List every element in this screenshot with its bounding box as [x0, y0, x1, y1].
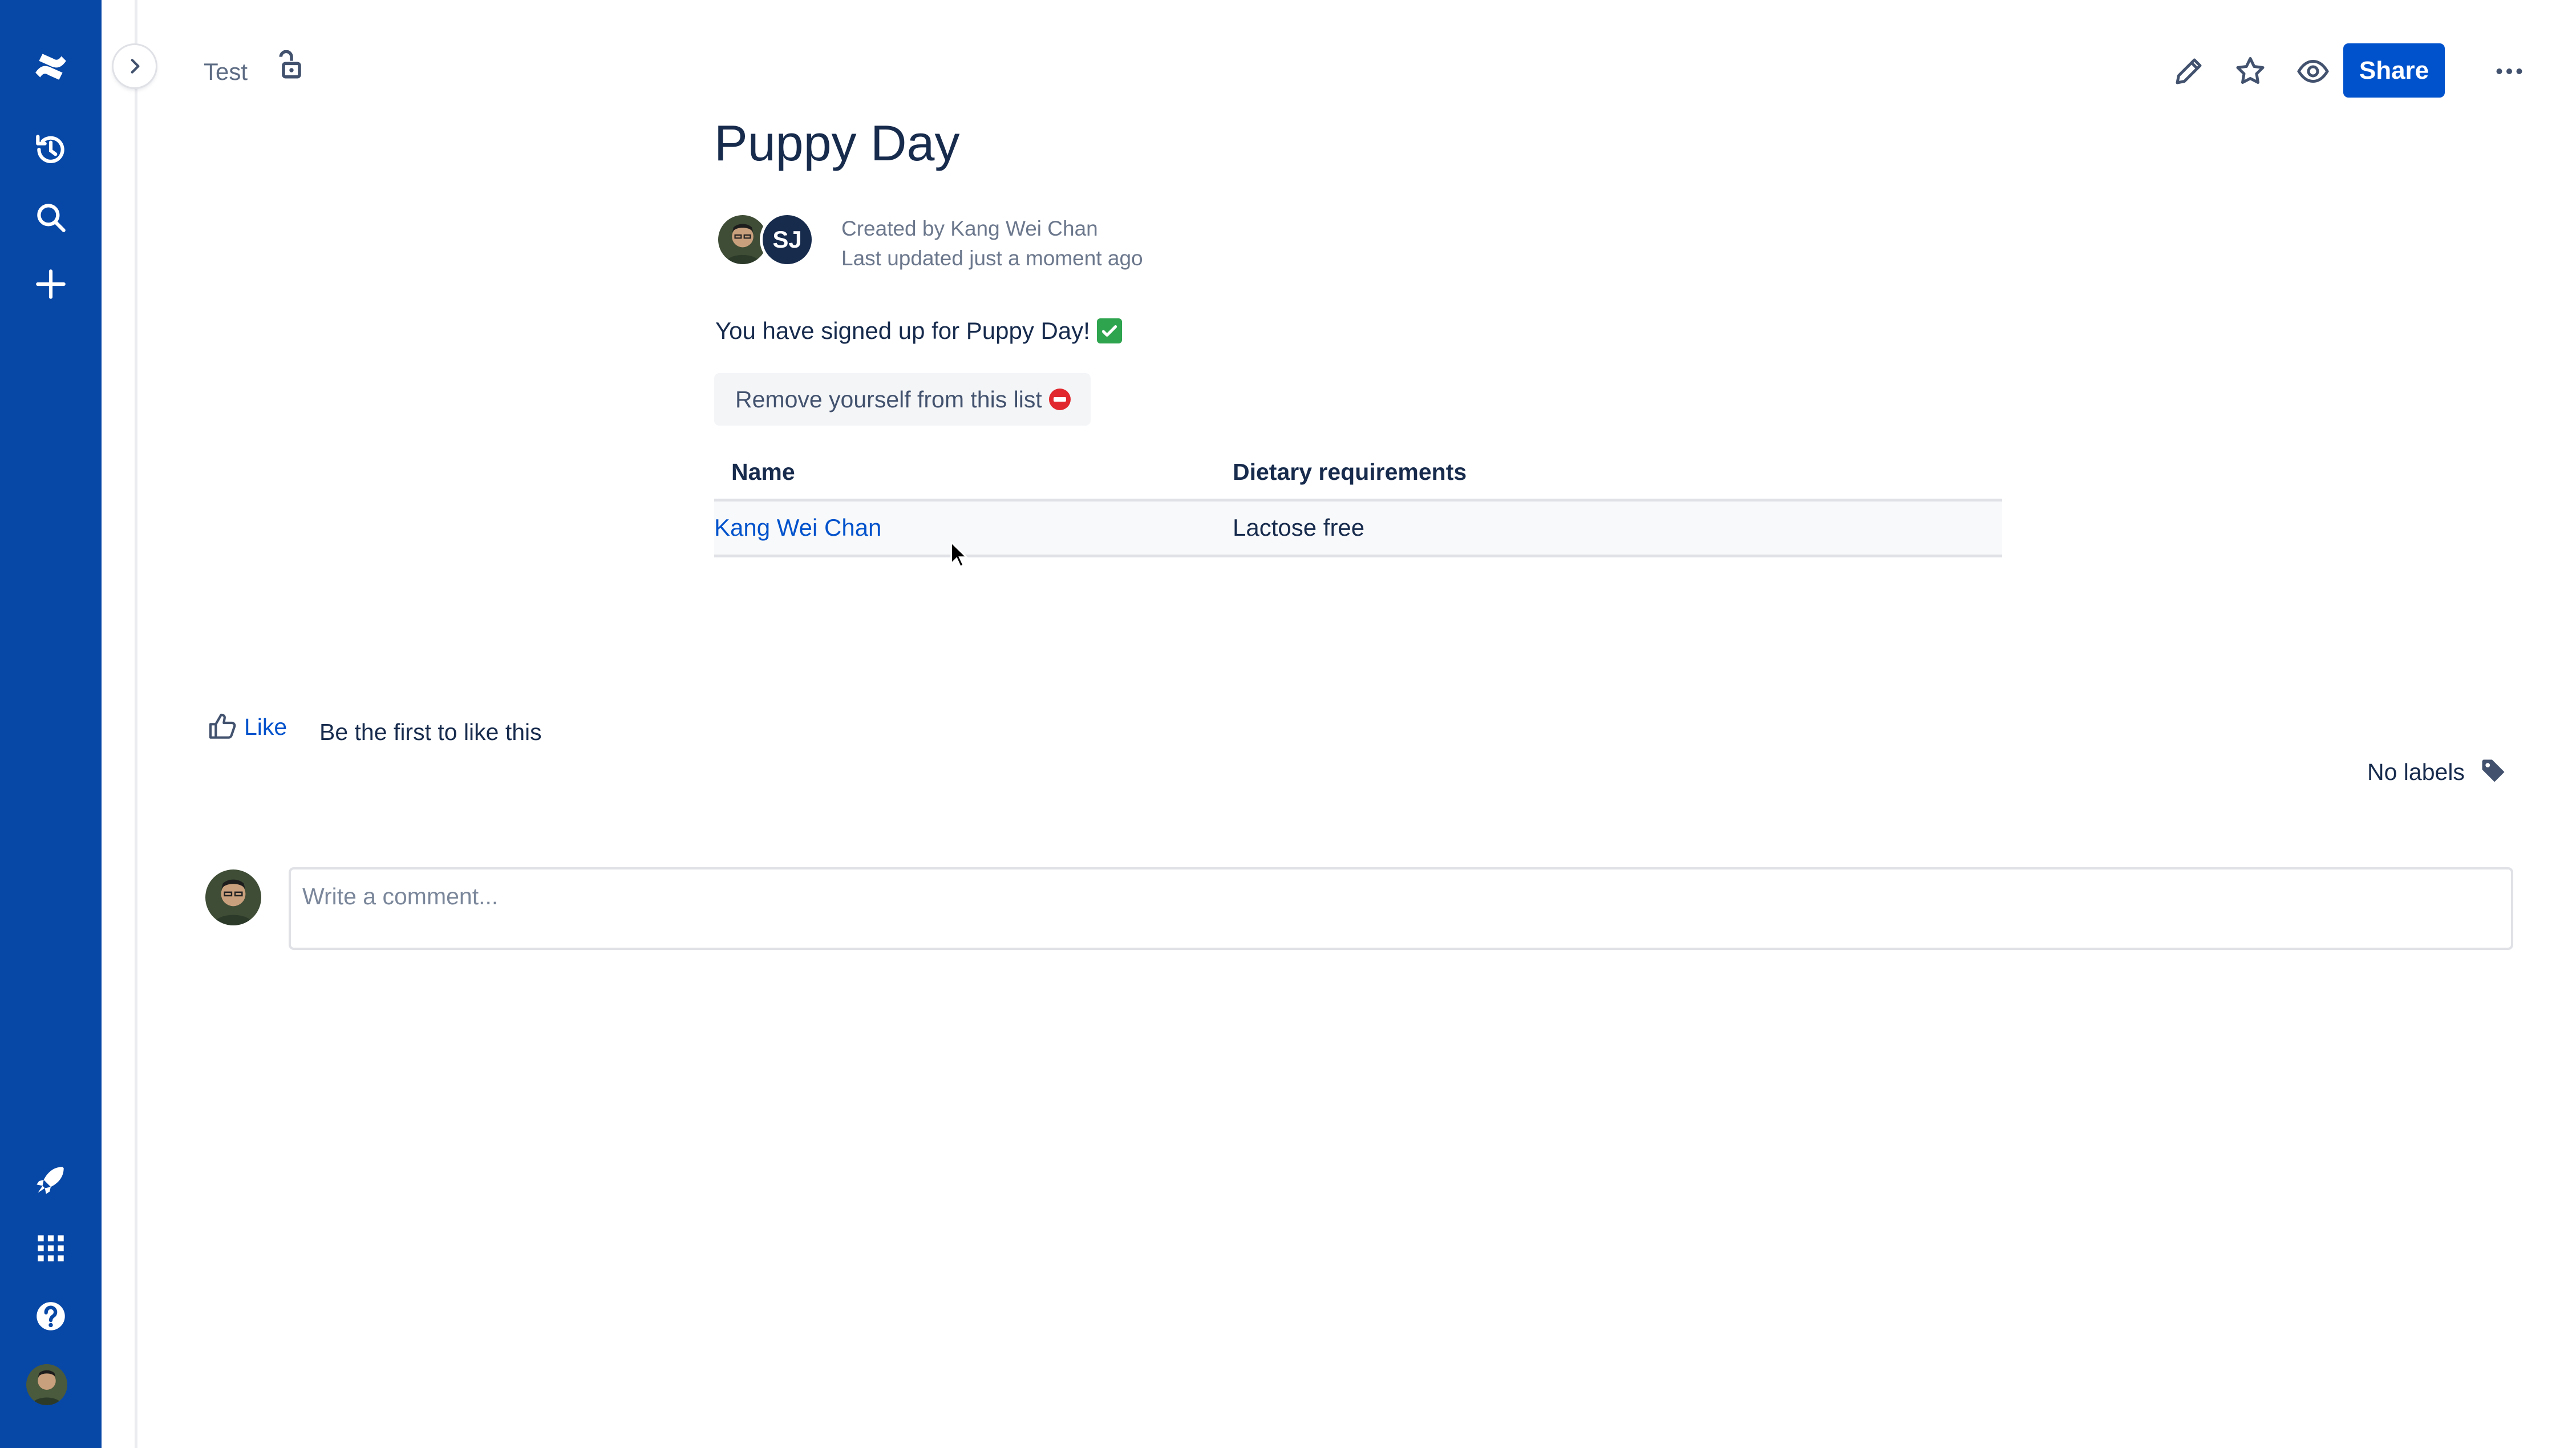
byline: Created by Kang Wei Chan Last updated ju…	[841, 214, 1143, 273]
mouse-cursor-icon	[950, 541, 969, 568]
unlock-icon[interactable]	[272, 50, 303, 82]
thumbs-up-icon	[209, 713, 236, 739]
table-row: Kang Wei Chan Lactose free	[714, 501, 2002, 557]
like-button[interactable]: Like	[206, 711, 287, 743]
remove-from-list-button[interactable]: Remove yourself from this list	[714, 373, 1091, 426]
dietary-cell: Lactose free	[1233, 514, 1365, 541]
user-link[interactable]: Kang Wei Chan	[714, 514, 881, 541]
pencil-svg	[2176, 58, 2202, 84]
last-updated-text[interactable]: Last updated just a moment ago	[841, 244, 1143, 273]
signup-table: Name Dietary requirements Kang Wei Chan …	[714, 452, 2002, 557]
profile-avatar[interactable]	[26, 1364, 67, 1405]
confluence-logo-icon[interactable]	[25, 41, 76, 92]
more-actions-icon[interactable]	[2489, 51, 2529, 91]
plus-svg	[36, 269, 66, 299]
watch-icon[interactable]	[2293, 51, 2333, 91]
star-icon[interactable]	[2230, 51, 2270, 91]
expand-sidebar-button[interactable]	[114, 45, 156, 87]
like-label[interactable]: Like	[244, 714, 287, 741]
created-by-text[interactable]: Created by Kang Wei Chan	[841, 214, 1143, 244]
rocket-svg	[37, 1167, 64, 1194]
recent-icon[interactable]	[25, 124, 76, 175]
avatar-photo-svg	[26, 1364, 67, 1405]
breadcrumb-space[interactable]: Test	[204, 58, 248, 86]
signed-up-message: You have signed up for Puppy Day!	[715, 317, 1122, 345]
remove-label: Remove yourself from this list	[735, 386, 1042, 412]
comment-avatar-photo-svg	[205, 869, 261, 925]
unlock-svg	[279, 50, 301, 79]
edit-icon[interactable]	[2169, 51, 2209, 91]
page-title: Puppy Day	[714, 115, 960, 171]
chevron-right-icon	[131, 59, 140, 74]
app-switcher-icon[interactable]	[25, 1223, 76, 1274]
no-entry-icon	[1048, 389, 1071, 410]
eye-svg	[2297, 59, 2329, 83]
create-icon[interactable]	[25, 258, 76, 310]
comment-input[interactable]: Write a comment...	[289, 867, 2513, 950]
column-header-name: Name	[731, 459, 795, 485]
contributor-initials-avatar[interactable]: SJ	[760, 212, 815, 267]
label-icon[interactable]	[2478, 756, 2508, 786]
star-svg	[2236, 57, 2265, 84]
global-nav	[0, 0, 102, 1448]
confluence-page-view: Test Share Puppy Day SJ Created by Kang …	[0, 0, 2576, 1448]
share-button[interactable]: Share	[2343, 43, 2445, 98]
no-labels-text: No labels	[2367, 759, 2465, 785]
tag-svg	[2482, 759, 2505, 782]
sidebar-collapsed	[102, 0, 137, 1448]
like-summary-text: Be the first to like this	[319, 719, 542, 745]
history-svg	[36, 135, 64, 163]
grid-svg	[38, 1235, 64, 1261]
search-icon[interactable]	[25, 192, 76, 243]
table-header: Name Dietary requirements	[714, 452, 2002, 501]
ellipsis-svg	[2496, 68, 2522, 74]
column-header-dietary: Dietary requirements	[1233, 459, 1467, 485]
confluence-logo-svg	[35, 54, 66, 80]
signed-up-text: You have signed up for Puppy Day!	[715, 317, 1090, 344]
check-mark-icon	[1096, 318, 1122, 343]
notifications-icon[interactable]	[25, 1154, 76, 1206]
search-svg	[37, 204, 66, 232]
help-svg	[37, 1302, 65, 1330]
comment-user-avatar	[205, 869, 261, 925]
help-icon[interactable]	[25, 1291, 76, 1342]
check-svg	[1101, 325, 1117, 337]
